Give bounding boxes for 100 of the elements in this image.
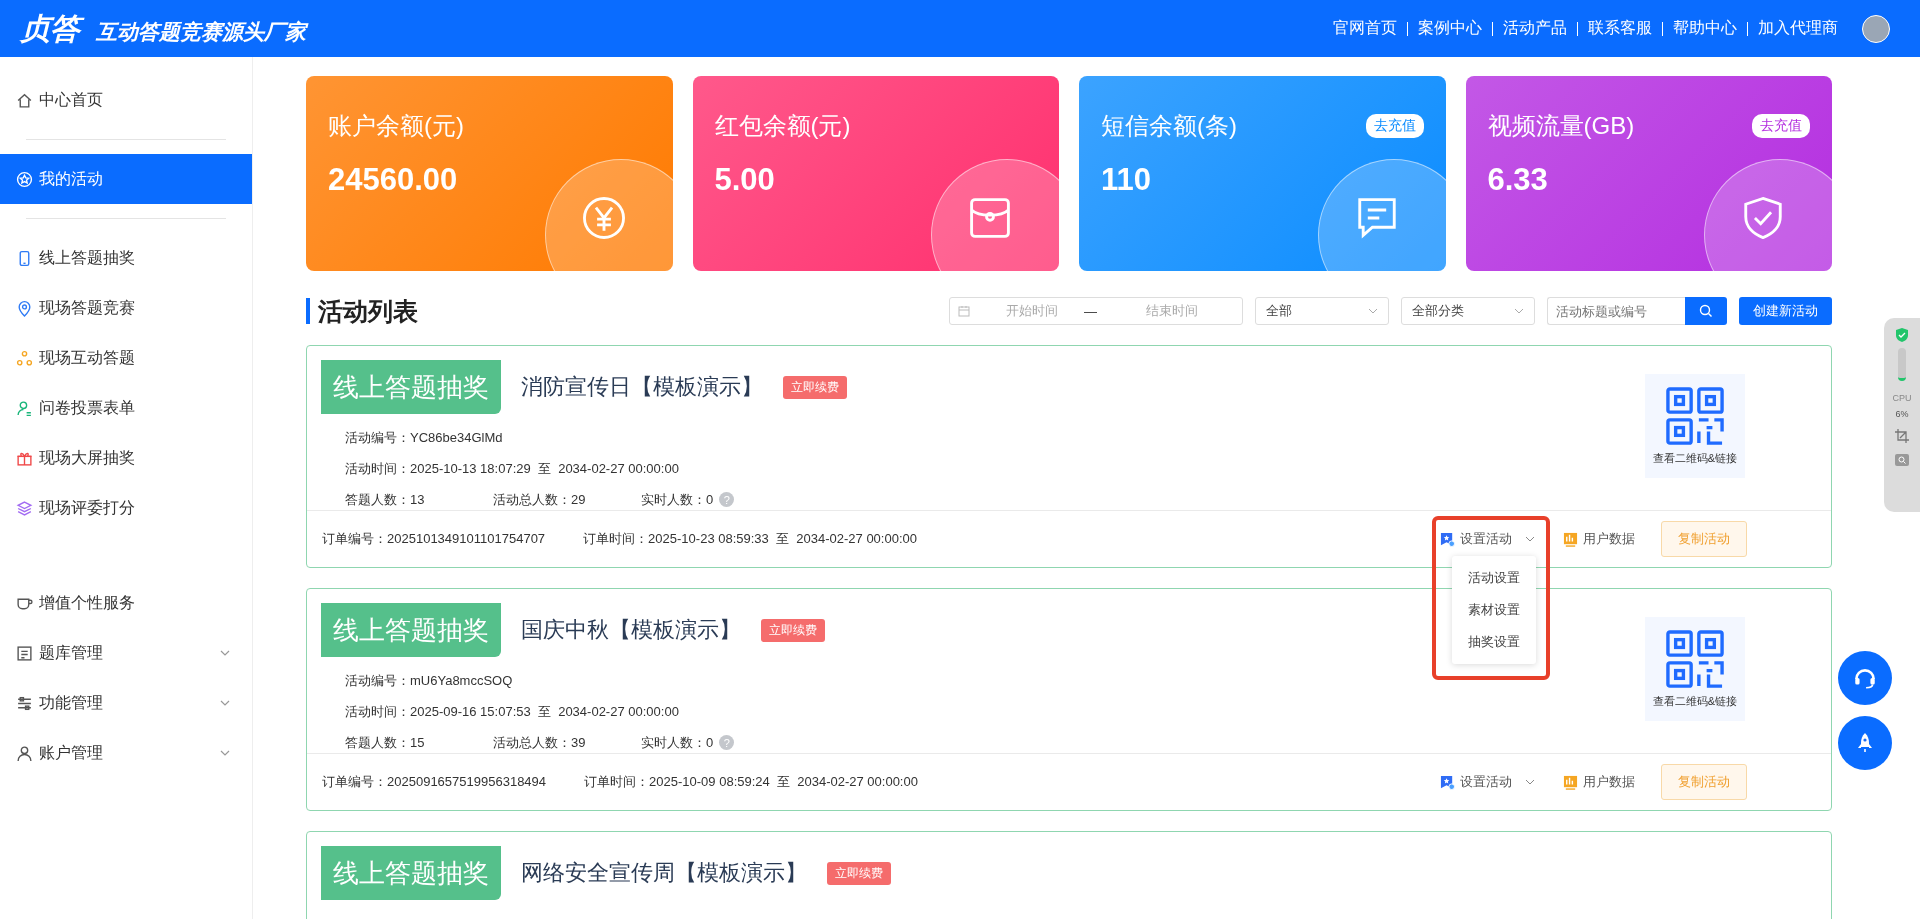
section-title: 活动列表 xyxy=(306,298,418,324)
chevron-down-icon xyxy=(1525,536,1535,542)
qr-code-icon xyxy=(1666,386,1724,445)
date-range-field[interactable]: 开始时间 — 结束时间 xyxy=(949,297,1243,325)
order-number: 订单编号：2025101349101101754707 xyxy=(322,530,546,548)
activity-type-label: 线上答题抽奖 xyxy=(321,603,501,657)
nav-link[interactable]: 帮助中心 xyxy=(1663,18,1747,39)
logo-text[interactable]: 贞答 xyxy=(18,9,86,48)
location-pin-icon xyxy=(16,299,33,317)
sliders-icon xyxy=(16,694,33,712)
category-select[interactable]: 全部分类 xyxy=(1401,297,1535,325)
menu-item[interactable]: 活动设置 xyxy=(1452,562,1536,594)
slider-track[interactable] xyxy=(1898,348,1906,381)
list-icon xyxy=(16,644,33,662)
chart-icon xyxy=(1563,531,1578,547)
sidebar-item[interactable]: 现场大屏抽奖 xyxy=(0,433,252,483)
user-form-icon xyxy=(16,399,33,417)
balance-value: 6.33 xyxy=(1487,162,1549,198)
info-text: 实时人数：0 xyxy=(641,733,714,752)
activity-type-label: 线上答题抽奖 xyxy=(321,360,501,414)
chevron-down-icon xyxy=(1368,308,1378,314)
search-icon[interactable] xyxy=(1895,453,1909,467)
sidebar-item[interactable]: 我的活动 xyxy=(0,154,252,204)
calendar-icon xyxy=(958,305,970,317)
order-number: 订单编号：2025091657519956318494 xyxy=(322,773,547,791)
recharge-button[interactable]: 去充值 xyxy=(1752,114,1810,138)
chart-icon xyxy=(1563,774,1578,790)
activity-title: 国庆中秋【模板演示】 xyxy=(521,616,741,644)
sidebar-item[interactable]: 中心首页 xyxy=(0,75,252,125)
customer-service-button[interactable] xyxy=(1838,651,1892,705)
sidebar-item[interactable]: 现场互动答题 xyxy=(0,333,252,383)
chevron-down-icon xyxy=(220,750,230,756)
sidebar-item[interactable]: 功能管理 xyxy=(0,678,252,728)
card-title: 红包余额(元) xyxy=(714,111,851,141)
chevron-down-icon xyxy=(1525,779,1535,785)
balance-value: 5.00 xyxy=(714,162,776,198)
sidebar-item[interactable]: 账户管理 xyxy=(0,728,252,778)
order-time: 订单时间：2025-10-23 08:59:33 至 2034-02-27 00:00:00 xyxy=(583,530,917,548)
sidebar-item[interactable]: 增值个性服务 xyxy=(0,578,252,628)
home-icon xyxy=(16,91,33,109)
status-select[interactable]: 全部 xyxy=(1255,297,1389,325)
settings-dropdown[interactable]: 设置活动 xyxy=(1440,773,1535,791)
info-text: 答题人数：15 xyxy=(345,733,426,752)
activity-title: 消防宣传日【模板演示】 xyxy=(521,373,763,401)
menu-item[interactable]: 素材设置 xyxy=(1452,594,1536,626)
nav-link[interactable]: 联系客服 xyxy=(1578,18,1662,39)
info-text: 活动时间：2025-10-13 18:07:29 至 2034-02-27 00:00:00 xyxy=(345,459,679,478)
nodes-icon xyxy=(16,349,33,367)
star-flag-icon xyxy=(1440,531,1455,547)
envelope-icon xyxy=(967,195,1013,241)
chevron-down-icon xyxy=(220,700,230,706)
info-text: 活动总人数：29 xyxy=(493,490,587,509)
star-flag-icon xyxy=(1440,774,1455,790)
menu-item[interactable]: 抽奖设置 xyxy=(1452,626,1536,658)
person-icon xyxy=(16,744,33,762)
qr-code-button[interactable]: 查看二维码&链接 xyxy=(1645,617,1745,721)
cpu-label: CPU xyxy=(1892,393,1912,403)
sidebar-item[interactable]: 问卷投票表单 xyxy=(0,383,252,433)
avatar-icon[interactable] xyxy=(1862,14,1890,43)
sidebar-item[interactable]: 现场评委打分 xyxy=(0,483,252,533)
info-text: 答题人数：13 xyxy=(345,490,426,509)
shield-check-icon xyxy=(1896,328,1908,342)
search-icon xyxy=(1699,304,1713,318)
search-field[interactable]: 活动标题或编号 xyxy=(1547,297,1685,325)
info-text: 实时人数：0 xyxy=(641,490,714,509)
cpu-reading: 6% xyxy=(1895,409,1909,419)
sidebar-item[interactable]: 现场答题竞赛 xyxy=(0,283,252,333)
back-to-top-button[interactable] xyxy=(1838,716,1892,770)
info-text: 活动总人数：39 xyxy=(493,733,587,752)
yen-icon xyxy=(580,195,627,241)
nav-link[interactable]: 加入代理商 xyxy=(1748,18,1848,39)
card-title: 短信余额(条) xyxy=(1101,111,1237,141)
user-data-link[interactable]: 用户数据 xyxy=(1563,773,1635,791)
user-data-link[interactable]: 用户数据 xyxy=(1563,530,1635,548)
settings-dropdown[interactable]: 设置活动 xyxy=(1440,530,1535,548)
order-time: 订单时间：2025-10-09 08:59:24 至 2034-02-27 00:00:00 xyxy=(584,773,918,791)
search-button[interactable] xyxy=(1685,297,1727,325)
balance-value: 110 xyxy=(1101,162,1152,198)
card-title: 视频流量(GB) xyxy=(1487,111,1635,141)
info-text: 活动编号：mU6Ya8mccSOQ xyxy=(345,671,513,690)
activity-title: 网络安全宣传周【模板演示】 xyxy=(521,859,807,887)
nav-link[interactable]: 活动产品 xyxy=(1493,18,1577,39)
layers-icon xyxy=(16,499,33,517)
crop-icon[interactable] xyxy=(1895,429,1909,443)
create-activity-button[interactable]: 创建新活动 xyxy=(1739,297,1832,325)
activity-type-label: 线上答题抽奖 xyxy=(321,846,501,900)
nav-link[interactable]: 案例中心 xyxy=(1408,18,1492,39)
sidebar-item[interactable]: 线上答题抽奖 xyxy=(0,233,252,283)
balance-value: 24560.00 xyxy=(328,162,459,198)
chevron-down-icon xyxy=(220,650,230,656)
info-text: 活动时间：2025-09-16 15:07:53 至 2034-02-27 00:00:00 xyxy=(345,702,679,721)
range-separator: — xyxy=(1084,303,1098,319)
sidebar-item[interactable]: 题库管理 xyxy=(0,628,252,678)
recharge-button[interactable]: 去充值 xyxy=(1365,114,1424,138)
card-title: 账户余额(元) xyxy=(328,111,464,141)
info-text: 活动编号：YC86be34GlMd xyxy=(345,428,503,447)
chevron-down-icon xyxy=(1514,308,1524,314)
nav-link[interactable]: 官网首页 xyxy=(1323,18,1407,39)
qr-code-button[interactable]: 查看二维码&链接 xyxy=(1645,374,1745,478)
qr-code-icon xyxy=(1666,629,1724,688)
